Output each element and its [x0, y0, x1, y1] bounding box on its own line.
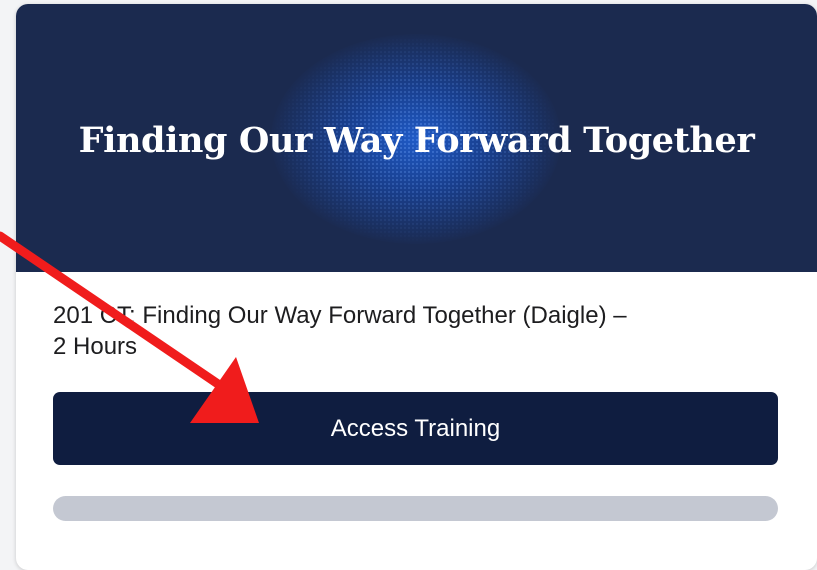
- course-banner[interactable]: Finding Our Way Forward Together: [16, 4, 817, 272]
- course-title-line-1: 201 CT: Finding Our Way Forward Together…: [53, 302, 627, 329]
- access-training-label: Access Training: [330, 414, 501, 442]
- training-card: Finding Our Way Forward Together 201 CT:…: [16, 4, 817, 570]
- progress-bar: [53, 496, 778, 521]
- banner-title: Finding Our Way Forward Together: [78, 120, 755, 161]
- course-title[interactable]: 201 CT: Finding Our Way Forward Together…: [53, 300, 783, 362]
- access-training-button[interactable]: Access Training: [53, 392, 778, 465]
- course-title-line-2: 2 Hours: [53, 333, 138, 360]
